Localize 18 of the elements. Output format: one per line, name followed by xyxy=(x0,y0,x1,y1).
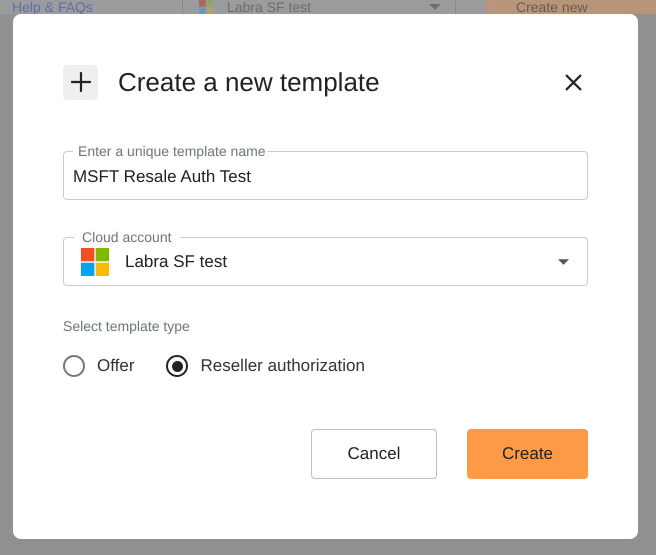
field-label: Cloud account xyxy=(81,230,173,244)
cancel-button[interactable]: Cancel xyxy=(311,429,437,479)
radio-option[interactable]: Reseller authorization xyxy=(166,355,365,377)
field-label: Enter a unique template name xyxy=(77,144,267,158)
caret-icon xyxy=(429,4,441,10)
dialog-title: Create a new template xyxy=(118,66,380,98)
windows-logo-icon xyxy=(81,248,109,276)
windows-logo-icon xyxy=(199,0,213,14)
radio-option[interactable]: Offer xyxy=(63,355,134,377)
create-button[interactable]: Create xyxy=(467,429,588,479)
cloud-account-select[interactable]: Cloud account Labra SF test xyxy=(63,230,588,286)
select-value: Labra SF test xyxy=(125,252,228,272)
caret-icon xyxy=(558,259,569,265)
name-field[interactable]: Enter a unique template name MSFT Resale Auth Test xyxy=(63,144,588,200)
plus-icon xyxy=(63,64,98,100)
close-icon[interactable] xyxy=(565,74,582,90)
field-value: MSFT Resale Auth Test xyxy=(73,166,251,187)
section-label: Select template type xyxy=(63,318,191,334)
